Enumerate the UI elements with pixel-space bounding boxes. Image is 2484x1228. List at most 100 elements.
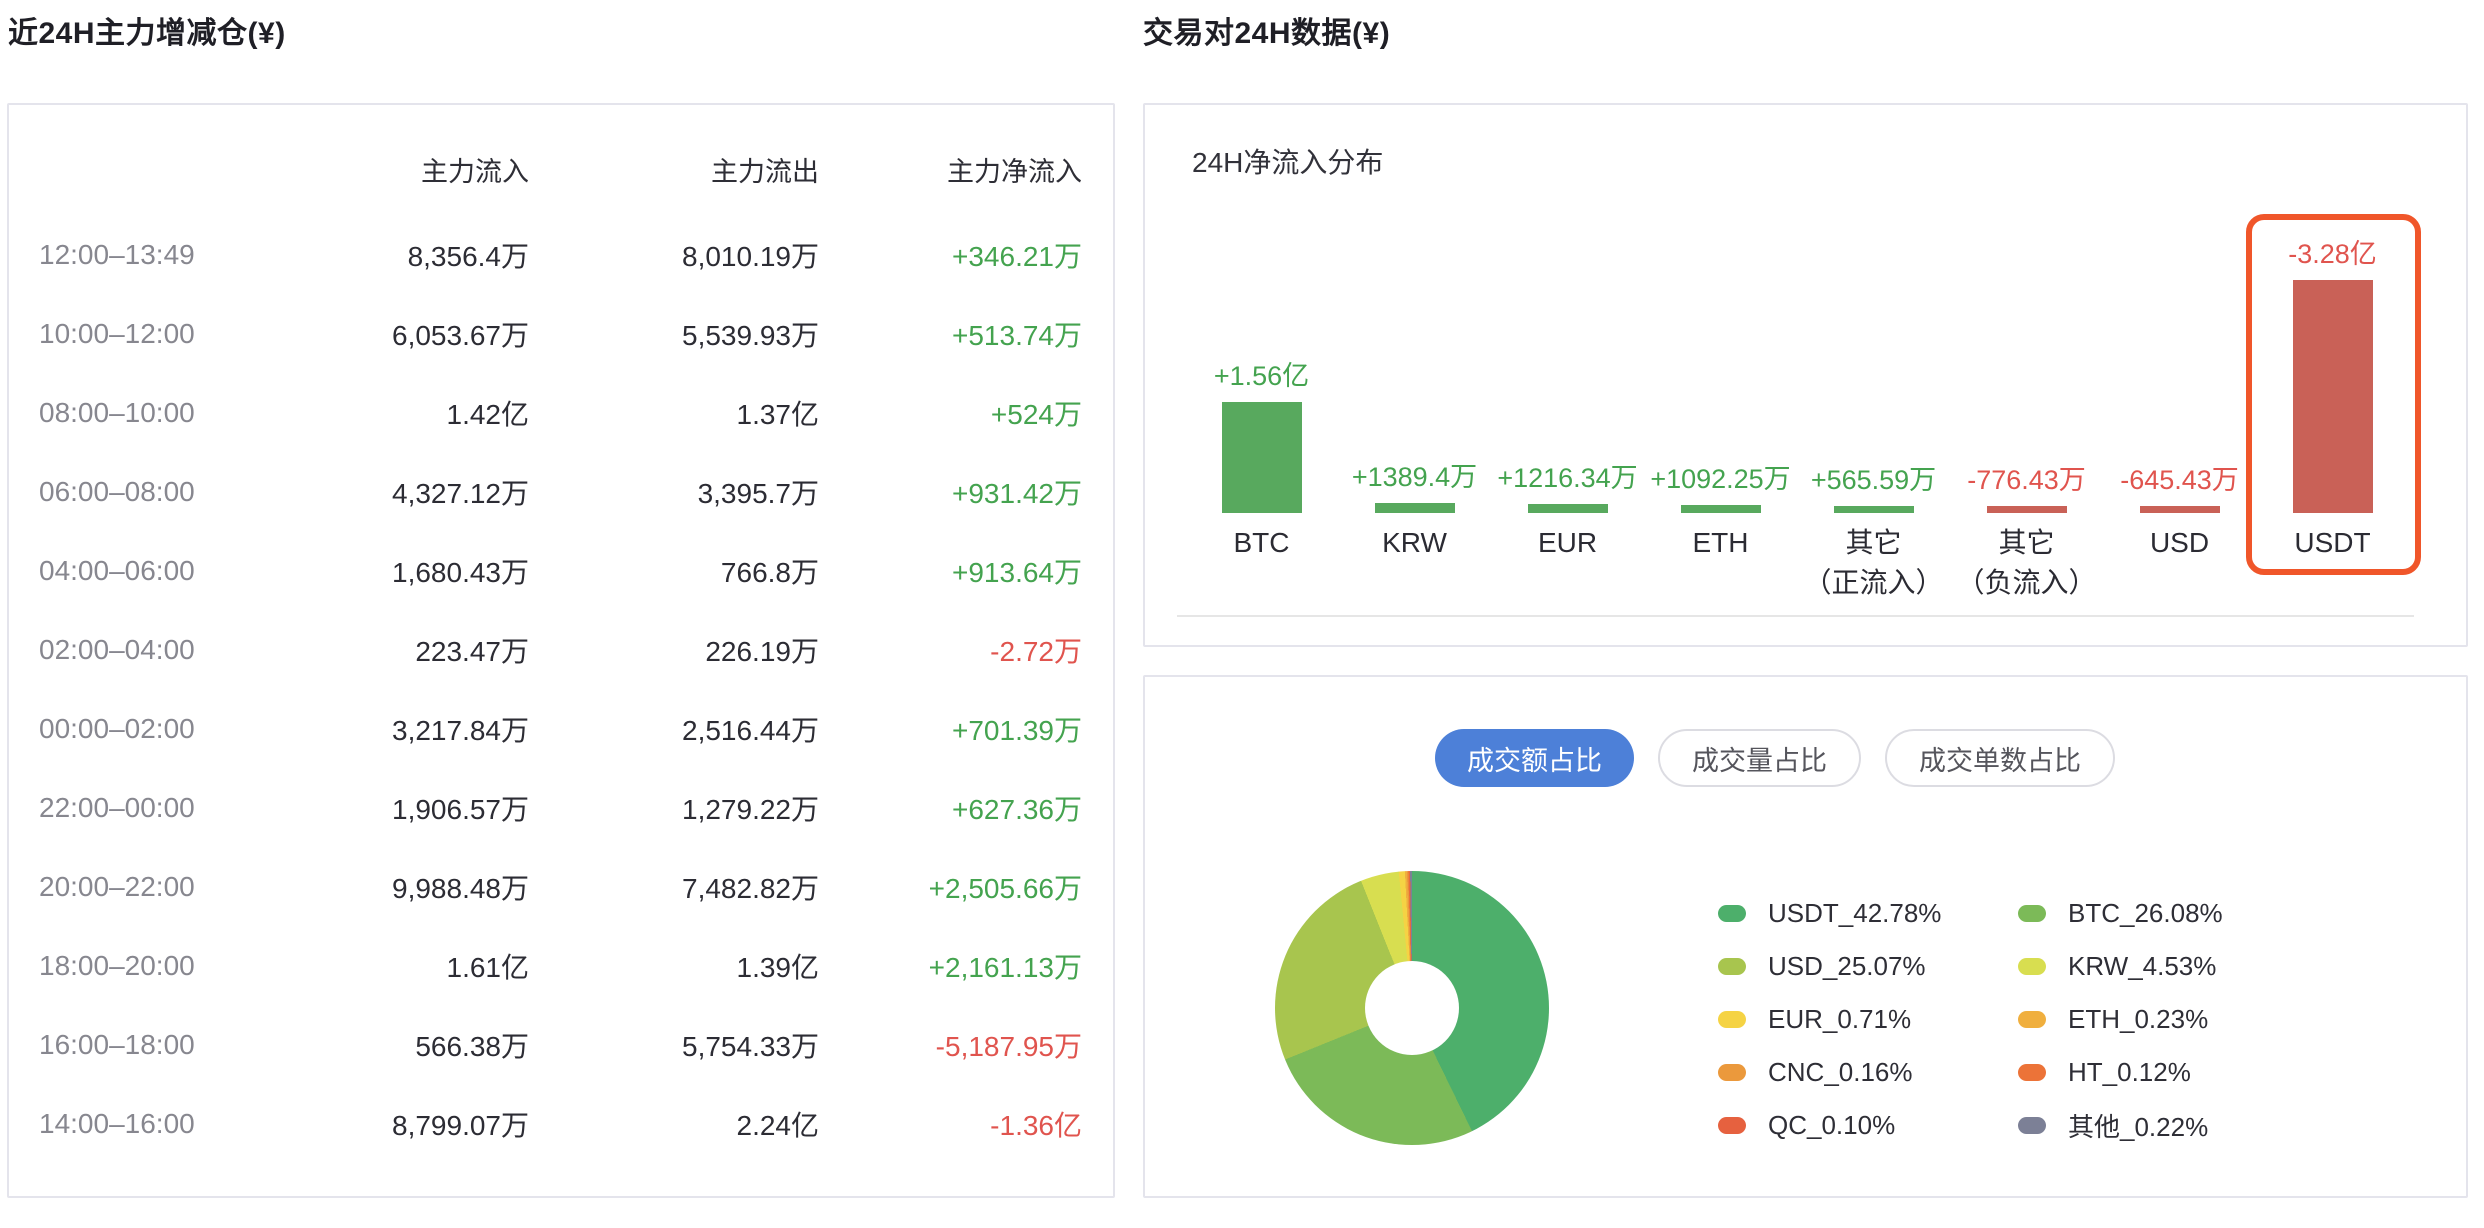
table-body: 12:00–13:498,356.4万8,010.19万+346.21万 10:0… xyxy=(39,215,1083,1163)
tab-volume-share[interactable]: 成交量占比 xyxy=(1658,729,1861,787)
net-inflow-cell: +701.39万 xyxy=(819,709,1082,749)
right-section-title: 交易对24H数据(¥) xyxy=(1143,8,1390,52)
bar-value-label: +1389.4万 xyxy=(1352,455,1477,494)
net-inflow-cell: +913.64万 xyxy=(819,551,1082,591)
bar-BTC[interactable] xyxy=(1222,402,1302,513)
net-inflow-cell: -2.72万 xyxy=(819,630,1082,670)
tab-order-count-share[interactable]: 成交单数占比 xyxy=(1885,729,2115,787)
time-range-cell: 14:00–16:00 xyxy=(39,1108,249,1140)
bar-value-label: -645.43万 xyxy=(2120,458,2239,497)
time-range-cell: 12:00–13:49 xyxy=(39,239,249,271)
bar-chart: +1.56亿BTC+1389.4万KRW+1216.34万EUR+1092.25… xyxy=(1185,105,2409,513)
net-inflow-cell: +2,161.13万 xyxy=(819,946,1082,986)
header-net-inflow: 主力净流入 xyxy=(819,150,1082,189)
legend-marker xyxy=(2018,1117,2046,1134)
outflow-cell: 7,482.82万 xyxy=(529,867,819,907)
outflow-cell: 8,010.19万 xyxy=(529,235,819,275)
bar-EUR[interactable] xyxy=(1528,504,1608,513)
inflow-cell: 1.42亿 xyxy=(249,393,529,433)
legend-marker xyxy=(1718,1011,1746,1028)
bar-slot-其它: -776.43万其它（负流入） xyxy=(1950,105,2103,513)
bar-其它[interactable] xyxy=(1834,506,1914,513)
legend-item-CNC[interactable]: CNC_0.16% xyxy=(1718,1057,2018,1088)
legend-marker xyxy=(2018,1011,2046,1028)
outflow-cell: 766.8万 xyxy=(529,551,819,591)
bar-slot-其它: +565.59万其它（正流入） xyxy=(1797,105,1950,513)
time-range-cell: 18:00–20:00 xyxy=(39,950,249,982)
table-row: 16:00–18:00566.38万5,754.33万-5,187.95万 xyxy=(39,1005,1083,1084)
inflow-cell: 8,356.4万 xyxy=(249,235,529,275)
legend-marker xyxy=(1718,905,1746,922)
legend-label: KRW_4.53% xyxy=(2068,951,2216,982)
bar-value-label: -776.43万 xyxy=(1967,458,2086,497)
legend-item-HT[interactable]: HT_0.12% xyxy=(2018,1057,2223,1088)
legend-label: HT_0.12% xyxy=(2068,1057,2191,1088)
net-inflow-cell: -1.36亿 xyxy=(819,1104,1082,1144)
bar-其它[interactable] xyxy=(1987,506,2067,513)
legend-item-USD[interactable]: USD_25.07% xyxy=(1718,951,2018,982)
net-inflow-cell: -5,187.95万 xyxy=(819,1025,1082,1065)
legend-marker xyxy=(2018,905,2046,922)
inflow-cell: 3,217.84万 xyxy=(249,709,529,749)
legend-label: BTC_26.08% xyxy=(2068,898,2223,929)
net-inflow-cell: +2,505.66万 xyxy=(819,867,1082,907)
donut-chart[interactable] xyxy=(1275,871,1549,1145)
legend-item-KRW[interactable]: KRW_4.53% xyxy=(2018,951,2223,982)
outflow-cell: 2.24亿 xyxy=(529,1104,819,1144)
bar-value-label: +1.56亿 xyxy=(1214,354,1309,393)
legend-item-EUR[interactable]: EUR_0.71% xyxy=(1718,1004,2018,1035)
legend-label: ETH_0.23% xyxy=(2068,1004,2208,1035)
bar-value-label: +565.59万 xyxy=(1811,458,1936,497)
legend-item-ETH[interactable]: ETH_0.23% xyxy=(2018,1004,2223,1035)
inflow-cell: 1,906.57万 xyxy=(249,788,529,828)
main-force-table-card: 主力流入 主力流出 主力净流入 12:00–13:498,356.4万8,010… xyxy=(7,103,1115,1198)
legend-item-其他[interactable]: 其他_0.22% xyxy=(2018,1107,2223,1144)
bar-USD[interactable] xyxy=(2140,506,2220,513)
legend-marker xyxy=(1718,1117,1746,1134)
inflow-cell: 9,988.48万 xyxy=(249,867,529,907)
bar-ETH[interactable] xyxy=(1681,505,1761,513)
outflow-cell: 2,516.44万 xyxy=(529,709,819,749)
main-force-table: 主力流入 主力流出 主力净流入 12:00–13:498,356.4万8,010… xyxy=(9,149,1113,1163)
legend-marker xyxy=(1718,1064,1746,1081)
bar-slot-BTC: +1.56亿BTC xyxy=(1185,105,1338,513)
table-row: 10:00–12:006,053.67万5,539.93万+513.74万 xyxy=(39,294,1083,373)
legend-label: 其他_0.22% xyxy=(2068,1107,2208,1144)
table-row: 06:00–08:004,327.12万3,395.7万+931.42万 xyxy=(39,452,1083,531)
inflow-cell: 4,327.12万 xyxy=(249,472,529,512)
net-inflow-chart-card: 24H净流入分布 +1.56亿BTC+1389.4万KRW+1216.34万EU… xyxy=(1143,103,2468,647)
time-range-cell: 02:00–04:00 xyxy=(39,634,249,666)
outflow-cell: 5,539.93万 xyxy=(529,314,819,354)
legend-marker xyxy=(1718,958,1746,975)
bar-USDT[interactable] xyxy=(2293,280,2373,513)
header-inflow: 主力流入 xyxy=(249,150,529,189)
inflow-cell: 1,680.43万 xyxy=(249,551,529,591)
time-range-cell: 00:00–02:00 xyxy=(39,713,249,745)
bar-chart-axis-line xyxy=(1177,615,2414,617)
bar-value-label: +1092.25万 xyxy=(1650,457,1790,496)
legend-item-USDT[interactable]: USDT_42.78% xyxy=(1718,898,2018,929)
bar-value-label: -3.28亿 xyxy=(2288,232,2377,271)
legend-item-QC[interactable]: QC_0.10% xyxy=(1718,1110,2018,1141)
outflow-cell: 1,279.22万 xyxy=(529,788,819,828)
legend-item-BTC[interactable]: BTC_26.08% xyxy=(2018,898,2223,929)
donut-hole xyxy=(1365,961,1459,1055)
legend-label: CNC_0.16% xyxy=(1768,1057,1913,1088)
table-row: 02:00–04:00223.47万226.19万-2.72万 xyxy=(39,610,1083,689)
legend-label: USDT_42.78% xyxy=(1768,898,1941,929)
net-inflow-cell: +627.36万 xyxy=(819,788,1082,828)
inflow-cell: 6,053.67万 xyxy=(249,314,529,354)
net-inflow-cell: +346.21万 xyxy=(819,235,1082,275)
tab-amount-share[interactable]: 成交额占比 xyxy=(1435,729,1634,787)
inflow-cell: 1.61亿 xyxy=(249,946,529,986)
table-row: 00:00–02:003,217.84万2,516.44万+701.39万 xyxy=(39,689,1083,768)
outflow-cell: 5,754.33万 xyxy=(529,1025,819,1065)
inflow-cell: 8,799.07万 xyxy=(249,1104,529,1144)
header-outflow: 主力流出 xyxy=(529,150,819,189)
outflow-cell: 1.37亿 xyxy=(529,393,819,433)
time-range-cell: 22:00–00:00 xyxy=(39,792,249,824)
time-range-cell: 06:00–08:00 xyxy=(39,476,249,508)
bar-slot-EUR: +1216.34万EUR xyxy=(1491,105,1644,513)
bar-category-label: USDT xyxy=(2223,523,2443,563)
bar-KRW[interactable] xyxy=(1375,503,1455,513)
